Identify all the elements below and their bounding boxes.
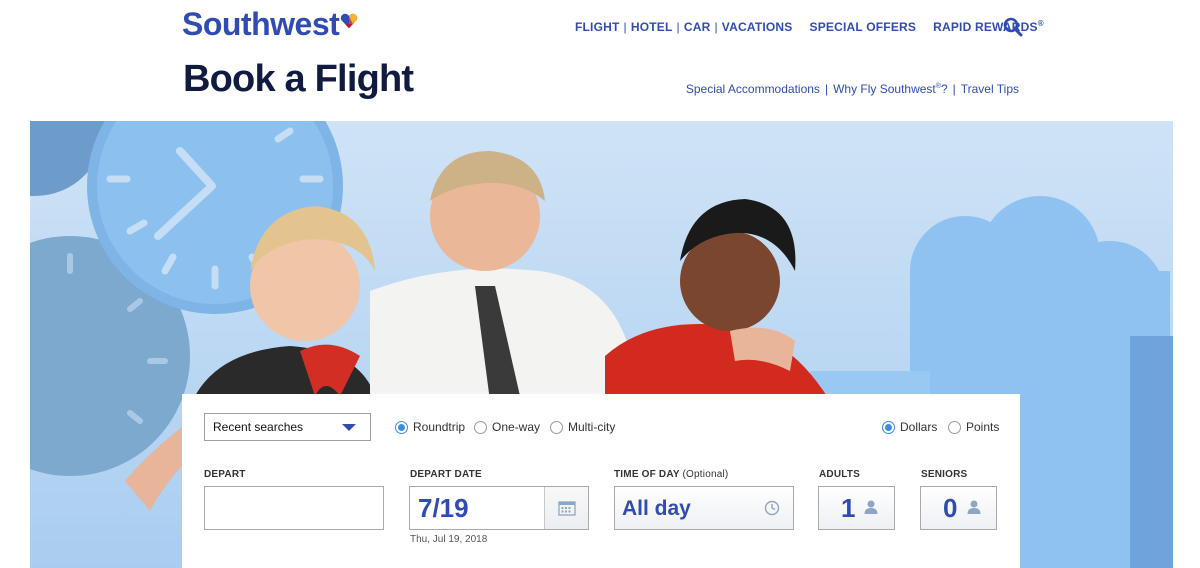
time-of-day-title: TIME OF DAY bbox=[614, 469, 680, 480]
radio-unselected-icon bbox=[474, 420, 487, 434]
dollars-radio[interactable]: Dollars bbox=[882, 420, 937, 434]
points-radio[interactable]: Points bbox=[948, 420, 999, 434]
depart-input[interactable] bbox=[204, 486, 384, 530]
depart-date-long: Thu, Jul 19, 2018 bbox=[410, 534, 488, 545]
radio-selected-icon bbox=[882, 420, 895, 434]
depart-date-value: 7/19 bbox=[418, 493, 469, 523]
link-separator: | bbox=[824, 82, 829, 96]
adults-label: ADULTS bbox=[819, 469, 861, 480]
dollars-label: Dollars bbox=[900, 420, 938, 434]
seniors-label: SENIORS bbox=[921, 469, 968, 480]
link-why-fly-southwest[interactable]: Why Fly Southwest®? bbox=[833, 82, 948, 96]
one-way-radio[interactable]: One-way bbox=[474, 420, 540, 434]
depart-date-input[interactable]: 7/19 bbox=[409, 486, 589, 530]
person-icon bbox=[864, 500, 878, 514]
seniors-select[interactable]: 0 bbox=[920, 486, 997, 530]
time-of-day-label: TIME OF DAY (Optional) bbox=[614, 469, 728, 480]
secondary-links: Special Accommodations | Why Fly Southwe… bbox=[686, 82, 1019, 96]
nav-separator: | bbox=[623, 19, 627, 34]
page-title: Book a Flight bbox=[183, 58, 414, 100]
booking-form: Recent searches Roundtrip One-way Multi-… bbox=[182, 394, 1020, 568]
nav-rapid-rewards[interactable]: RAPID REWARDS® bbox=[933, 19, 1044, 34]
nav-car[interactable]: CAR bbox=[684, 20, 711, 34]
optional-note: (Optional) bbox=[682, 469, 729, 480]
time-of-day-select[interactable]: All day bbox=[614, 486, 794, 530]
roundtrip-radio[interactable]: Roundtrip bbox=[395, 420, 465, 434]
recent-searches-label: Recent searches bbox=[213, 420, 304, 434]
link-special-accommodations[interactable]: Special Accommodations bbox=[686, 82, 820, 96]
multi-city-radio[interactable]: Multi-city bbox=[550, 420, 615, 434]
search-icon[interactable] bbox=[1003, 17, 1023, 37]
calendar-button[interactable] bbox=[544, 487, 588, 529]
adults-value: 1 bbox=[841, 493, 856, 523]
nav-separator: | bbox=[714, 19, 718, 34]
why-fly-suffix: ? bbox=[940, 82, 948, 96]
link-separator: | bbox=[952, 82, 956, 96]
southwest-logo[interactable]: Southwest bbox=[182, 6, 358, 43]
chevron-down-icon bbox=[342, 424, 356, 431]
nav-separator: | bbox=[676, 19, 680, 34]
nav-flight[interactable]: FLIGHT bbox=[575, 20, 620, 34]
registered-mark: ® bbox=[1037, 19, 1044, 28]
calendar-icon bbox=[557, 501, 576, 516]
nav-special-offers[interactable]: SPECIAL OFFERS bbox=[810, 20, 917, 34]
radio-selected-icon bbox=[395, 420, 408, 434]
points-label: Points bbox=[966, 420, 1000, 434]
clock-icon bbox=[764, 500, 780, 516]
heart-icon bbox=[341, 13, 358, 29]
adults-select[interactable]: 1 bbox=[818, 486, 895, 530]
person-icon bbox=[967, 500, 981, 514]
time-of-day-value: All day bbox=[622, 497, 691, 520]
top-navigation: FLIGHT | HOTEL | CAR | VACATIONS SPECIAL… bbox=[575, 19, 1044, 34]
depart-label: DEPART bbox=[204, 469, 246, 480]
why-fly-label: Why Fly Southwest bbox=[833, 82, 936, 96]
logo-wordmark: Southwest bbox=[182, 6, 340, 42]
radio-unselected-icon bbox=[948, 420, 961, 434]
nav-hotel[interactable]: HOTEL bbox=[631, 20, 673, 34]
roundtrip-label: Roundtrip bbox=[413, 420, 466, 434]
nav-vacations[interactable]: VACATIONS bbox=[722, 20, 793, 34]
radio-unselected-icon bbox=[550, 420, 563, 434]
link-travel-tips[interactable]: Travel Tips bbox=[961, 82, 1019, 96]
recent-searches-dropdown[interactable]: Recent searches bbox=[204, 413, 371, 441]
multi-city-label: Multi-city bbox=[568, 420, 616, 434]
seniors-value: 0 bbox=[943, 493, 958, 523]
one-way-label: One-way bbox=[492, 420, 541, 434]
depart-date-label: DEPART DATE bbox=[410, 469, 482, 480]
